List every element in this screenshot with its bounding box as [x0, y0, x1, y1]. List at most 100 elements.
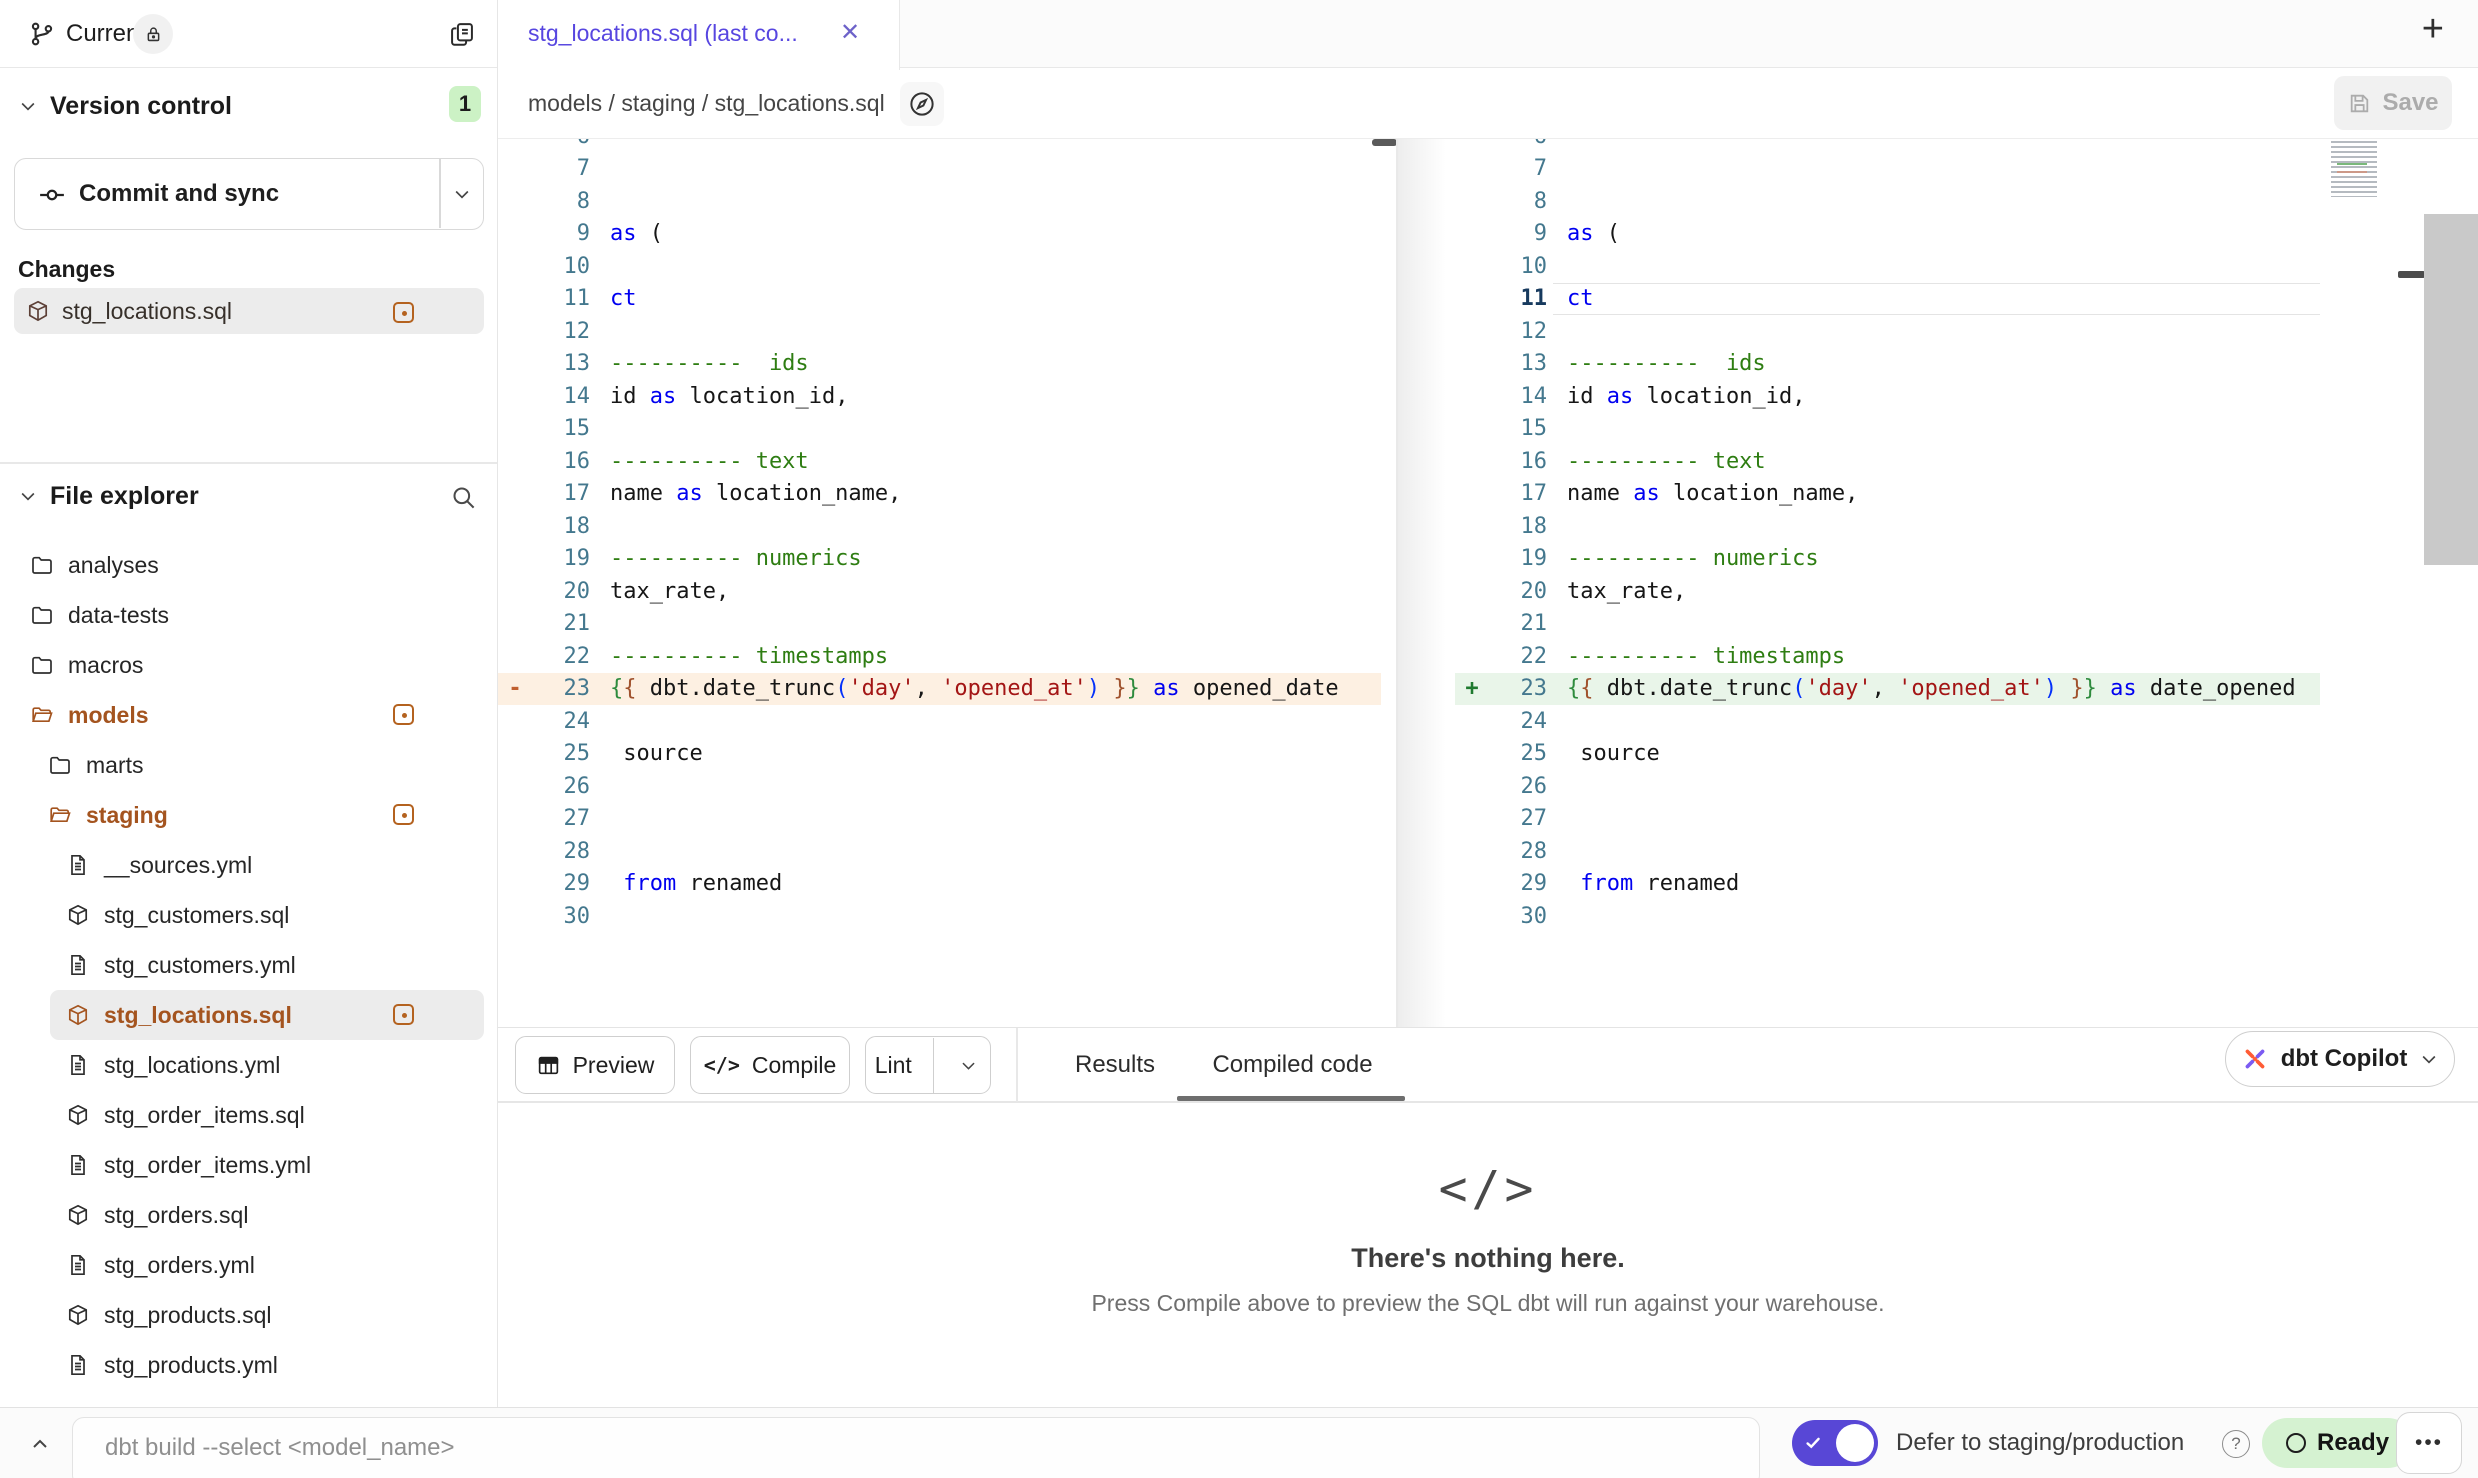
- code-line-14[interactable]: 14id as location_id,: [1455, 380, 2320, 413]
- file-tree-item-stg-products-yml[interactable]: stg_products.yml: [50, 1340, 484, 1390]
- code-line-10[interactable]: 10: [498, 250, 1381, 283]
- file-tree-item-stg-products-sql[interactable]: stg_products.sql: [50, 1290, 484, 1340]
- code-line-17[interactable]: 17name as location_name,: [1455, 478, 2320, 511]
- code-line-28[interactable]: 28: [1455, 835, 2320, 868]
- code-line-13[interactable]: 13---------- ids: [1455, 348, 2320, 381]
- code-line-8[interactable]: 8: [1455, 185, 2320, 218]
- minimap[interactable]: [2331, 141, 2396, 197]
- code-line-10[interactable]: 10: [1455, 250, 2320, 283]
- lint-options-chevron-icon[interactable]: [946, 1056, 990, 1075]
- code-line-25[interactable]: 25 source: [1455, 738, 2320, 771]
- code-line-7[interactable]: 7: [498, 153, 1381, 186]
- code-line-30[interactable]: 30: [1455, 900, 2320, 933]
- file-tree-item-stg-customers-yml[interactable]: stg_customers.yml: [50, 940, 484, 990]
- code-line-18[interactable]: 18: [498, 510, 1381, 543]
- commit-options-chevron-icon[interactable]: [452, 184, 472, 204]
- status-badge[interactable]: Ready: [2262, 1418, 2413, 1468]
- code-line-21[interactable]: 21: [498, 608, 1381, 641]
- file-explorer-collapse-icon[interactable]: [18, 486, 38, 506]
- code-line-15[interactable]: 15: [1455, 413, 2320, 446]
- code-line-9[interactable]: 9as (: [498, 218, 1381, 251]
- search-icon[interactable]: [450, 484, 477, 511]
- code-line-7[interactable]: 7: [1455, 153, 2320, 186]
- code-line-11[interactable]: 11ct: [1455, 283, 2320, 316]
- diff-editor-original-pane[interactable]: 6789as (1011ct1213---------- ids14id as …: [498, 139, 1381, 1027]
- file-tree-item-stg-order-items-sql[interactable]: stg_order_items.sql: [50, 1090, 484, 1140]
- editor-scrollbar-thumb[interactable]: [1372, 139, 1397, 146]
- file-tree-item--sources-yml[interactable]: __sources.yml: [50, 840, 484, 890]
- code-line-28[interactable]: 28: [498, 835, 1381, 868]
- duplicate-icon[interactable]: [448, 20, 476, 48]
- file-tree-item-staging[interactable]: staging: [32, 790, 484, 840]
- code-line-20[interactable]: 20tax_rate,: [498, 575, 1381, 608]
- version-control-collapse-icon[interactable]: [18, 96, 38, 116]
- code-line-30[interactable]: 30: [498, 900, 1381, 933]
- file-tree-item-models[interactable]: models: [14, 690, 484, 740]
- file-tree-item-stg-orders-sql[interactable]: stg_orders.sql: [50, 1190, 484, 1240]
- code-line-15[interactable]: 15: [498, 413, 1381, 446]
- compile-button[interactable]: </> Compile: [690, 1036, 850, 1094]
- code-line-16[interactable]: 16---------- text: [498, 445, 1381, 478]
- code-line-11[interactable]: 11ct: [498, 283, 1381, 316]
- code-line-19[interactable]: 19---------- numerics: [1455, 543, 2320, 576]
- file-tree-item-stg-order-items-yml[interactable]: stg_order_items.yml: [50, 1140, 484, 1190]
- code-line-18[interactable]: 18: [1455, 510, 2320, 543]
- tab-compiled-code[interactable]: Compiled code: [1195, 1036, 1390, 1094]
- file-tree-item-data-tests[interactable]: data-tests: [14, 590, 484, 640]
- file-tree-item-stg-locations-yml[interactable]: stg_locations.yml: [50, 1040, 484, 1090]
- file-tree-item-macros[interactable]: macros: [14, 640, 484, 690]
- tab-results[interactable]: Results: [1060, 1036, 1170, 1094]
- code-line-23[interactable]: +23{{ dbt.date_trunc('day', 'opened_at')…: [1455, 673, 2320, 706]
- more-options-button[interactable]: •••: [2396, 1412, 2462, 1474]
- file-tree-item-analyses[interactable]: analyses: [14, 540, 484, 590]
- new-tab-button[interactable]: +: [2422, 8, 2444, 51]
- code-line-12[interactable]: 12: [498, 315, 1381, 348]
- save-button[interactable]: Save: [2334, 76, 2452, 130]
- code-line-6[interactable]: 6: [498, 139, 1381, 153]
- code-line-25[interactable]: 25 source: [498, 738, 1381, 771]
- code-line-19[interactable]: 19---------- numerics: [498, 543, 1381, 576]
- diff-editor-modified-pane[interactable]: 6789as (1011ct1213---------- ids14id as …: [1455, 139, 2320, 1027]
- file-explorer-title[interactable]: File explorer: [50, 482, 199, 511]
- tab-stg-locations[interactable]: stg_locations.sql (last co... ✕: [498, 0, 900, 70]
- changes-item[interactable]: stg_locations.sql: [14, 288, 484, 334]
- code-line-21[interactable]: 21: [1455, 608, 2320, 641]
- close-icon[interactable]: ✕: [840, 0, 860, 66]
- code-line-29[interactable]: 29 from renamed: [1455, 868, 2320, 901]
- code-line-20[interactable]: 20tax_rate,: [1455, 575, 2320, 608]
- code-line-29[interactable]: 29 from renamed: [498, 868, 1381, 901]
- code-line-13[interactable]: 13---------- ids: [498, 348, 1381, 381]
- code-line-23[interactable]: -23{{ dbt.date_trunc('day', 'opened_at')…: [498, 673, 1381, 706]
- code-line-24[interactable]: 24: [498, 705, 1381, 738]
- file-tree-item-stg-locations-sql[interactable]: stg_locations.sql: [50, 990, 484, 1040]
- editor-vertical-scrollbar[interactable]: [2424, 214, 2478, 565]
- breadcrumb[interactable]: models / staging / stg_locations.sql: [528, 68, 885, 138]
- chevron-up-icon[interactable]: [28, 1432, 52, 1456]
- lineage-compass-icon[interactable]: [900, 82, 944, 126]
- code-line-12[interactable]: 12: [1455, 315, 2320, 348]
- lint-button[interactable]: Lint: [865, 1036, 991, 1094]
- dbt-copilot-button[interactable]: dbt Copilot: [2225, 1031, 2455, 1087]
- file-tree-item-stg-customers-sql[interactable]: stg_customers.sql: [50, 890, 484, 940]
- preview-button[interactable]: Preview: [515, 1036, 675, 1094]
- version-control-title[interactable]: Version control: [50, 92, 232, 121]
- code-line-9[interactable]: 9as (: [1455, 218, 2320, 251]
- code-line-6[interactable]: 6: [1455, 139, 2320, 153]
- tab-title[interactable]: stg_locations.sql (last co...: [528, 0, 798, 66]
- code-line-27[interactable]: 27: [498, 803, 1381, 836]
- code-line-22[interactable]: 22---------- timestamps: [1455, 640, 2320, 673]
- code-line-22[interactable]: 22---------- timestamps: [498, 640, 1381, 673]
- code-line-16[interactable]: 16---------- text: [1455, 445, 2320, 478]
- code-line-27[interactable]: 27: [1455, 803, 2320, 836]
- code-line-26[interactable]: 26: [498, 770, 1381, 803]
- help-icon[interactable]: ?: [2222, 1430, 2250, 1458]
- code-line-14[interactable]: 14id as location_id,: [498, 380, 1381, 413]
- code-line-8[interactable]: 8: [498, 185, 1381, 218]
- defer-toggle[interactable]: [1792, 1420, 1878, 1466]
- file-tree-item-marts[interactable]: marts: [32, 740, 484, 790]
- code-line-26[interactable]: 26: [1455, 770, 2320, 803]
- command-input[interactable]: [72, 1417, 1760, 1478]
- commit-and-sync-button[interactable]: Commit and sync: [14, 158, 484, 230]
- file-tree-item-stg-orders-yml[interactable]: stg_orders.yml: [50, 1240, 484, 1290]
- code-line-24[interactable]: 24: [1455, 705, 2320, 738]
